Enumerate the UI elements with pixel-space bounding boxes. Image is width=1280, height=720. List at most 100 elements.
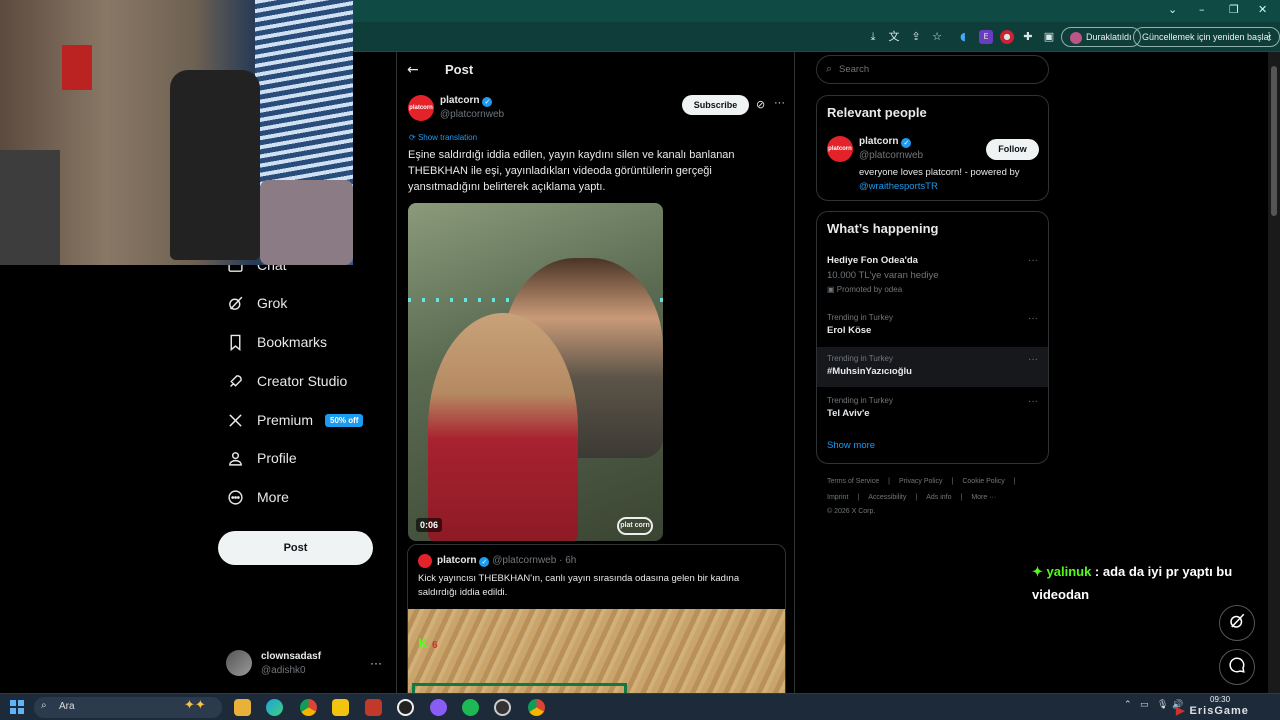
terms-link[interactable]: Terms of Service	[827, 478, 879, 485]
account-handle: @adishk0	[261, 665, 306, 676]
person-icon	[226, 449, 244, 467]
author-avatar[interactable]: platcorn	[408, 95, 434, 121]
messages-fab-button[interactable]	[1219, 649, 1255, 685]
rocket-icon	[226, 372, 244, 390]
close-window-button[interactable]: ✕	[1258, 3, 1267, 16]
nav-more[interactable]: More	[226, 484, 289, 510]
promo-title: Hediye Fon Odea'da	[827, 255, 918, 266]
quote-author-name: platcorn	[437, 555, 477, 566]
translate-icon[interactable]: 文	[887, 30, 901, 44]
footer-more-link[interactable]: More ···	[971, 494, 996, 501]
grok-icon	[226, 294, 244, 312]
trend-item[interactable]: Trending in Turkey #MuhsinYazıcıoğlu ···	[817, 347, 1048, 387]
search-box[interactable]: ⌕ Search	[816, 55, 1049, 84]
chrome-icon[interactable]	[300, 699, 317, 716]
bookmark-star-icon[interactable]: ☆	[930, 30, 944, 44]
update-restart-chip[interactable]: Güncellemek için yeniden başlat	[1133, 27, 1280, 47]
quoted-post[interactable]: platcorn ✓ @platcornweb · 6h Kick yayıncı…	[407, 544, 786, 693]
taskbar-clock[interactable]: 09:30	[1210, 695, 1230, 704]
extensions-puzzle-icon[interactable]: ✚	[1021, 30, 1035, 44]
ads-info-link[interactable]: Ads info	[926, 494, 951, 501]
trend-more-icon[interactable]: ···	[1028, 396, 1038, 407]
page-scrollbar[interactable]	[1268, 52, 1280, 693]
relevant-avatar[interactable]: platcorn	[827, 136, 853, 162]
post-video[interactable]: 0:06 plat corn	[408, 203, 663, 541]
page-title: Post	[445, 62, 474, 77]
grok-explain-icon[interactable]: ⊘	[756, 98, 765, 111]
tab-search-icon[interactable]: ⌄	[1168, 3, 1177, 16]
privacy-link[interactable]: Privacy Policy	[899, 478, 943, 485]
account-switcher[interactable]: clownsadasf @adishk0 ···	[226, 650, 386, 680]
notes-icon[interactable]	[332, 699, 349, 716]
cookie-link[interactable]: Cookie Policy	[962, 478, 1004, 485]
promoted-trend[interactable]: Hediye Fon Odea'da 10.000 TL'ye varan he…	[817, 255, 1048, 300]
windows-taskbar: ⌕ Ara ✦✦ ⌃ ▭ 🎙 🔊 09:30	[0, 693, 1280, 720]
show-more-link[interactable]: Show more	[827, 440, 875, 451]
install-icon[interactable]: ⤓	[866, 30, 880, 44]
profile-paused-chip[interactable]: Duraklatıldı	[1061, 27, 1141, 47]
promo-more-icon[interactable]: ···	[1028, 255, 1038, 266]
show-translation-link[interactable]: ⟳ Show translation	[409, 133, 477, 142]
taskbar-search-label: Ara	[59, 701, 75, 712]
sidepanel-icon[interactable]: ▣	[1042, 30, 1056, 44]
trend-item[interactable]: Trending in Turkey Tel Aviv'e ···	[817, 396, 1048, 436]
search-icon: ⌕	[826, 62, 833, 75]
back-arrow-icon[interactable]: ←	[407, 62, 419, 78]
relevant-name-row[interactable]: platcorn ✓	[859, 136, 912, 148]
footer-sep: |	[915, 494, 918, 501]
account-menu-icon[interactable]: ···	[370, 656, 382, 670]
whats-happening-card: What’s happening Hediye Fon Odea'da 10.0…	[816, 211, 1049, 464]
kick-viewer-count: 6	[432, 640, 438, 651]
webcam-poster	[62, 45, 92, 90]
relevant-bio-text: everyone loves platcorn! - powered by	[859, 167, 1020, 178]
author-name: platcorn	[440, 95, 480, 106]
obs-icon[interactable]	[397, 699, 414, 716]
chrome-second-icon[interactable]	[528, 699, 545, 716]
nav-bookmarks[interactable]: Bookmarks	[226, 329, 327, 355]
share-icon[interactable]: ⇪	[909, 30, 923, 44]
app-clock-icon[interactable]	[494, 699, 511, 716]
spotify-icon[interactable]	[462, 699, 479, 716]
grok-fab-button[interactable]	[1219, 605, 1255, 641]
tray-chevron-icon[interactable]: ⌃	[1124, 700, 1132, 710]
windows-start-icon[interactable]	[10, 700, 24, 714]
author-name-row[interactable]: platcorn ✓	[440, 95, 493, 107]
follow-button[interactable]: Follow	[986, 139, 1039, 160]
promo-by: ▣ Promoted by odea	[827, 285, 902, 294]
trend-more-icon[interactable]: ···	[1028, 313, 1038, 324]
extension-red-icon[interactable]: ●	[1000, 30, 1014, 44]
browser-menu-icon[interactable]: ⋮	[1262, 30, 1276, 44]
quote-image[interactable]: K 6	[408, 609, 785, 693]
tray-device-icon[interactable]: ▭	[1140, 700, 1149, 710]
nav-profile[interactable]: Profile	[226, 445, 297, 471]
promoted-icon: ▣	[827, 285, 837, 294]
nav-creator-studio[interactable]: Creator Studio	[226, 368, 347, 394]
nav-grok[interactable]: Grok	[226, 290, 287, 316]
imprint-link[interactable]: Imprint	[827, 494, 848, 501]
minimize-button[interactable]: –	[1199, 3, 1205, 16]
trend-more-icon[interactable]: ···	[1028, 354, 1038, 365]
app-red-icon[interactable]	[365, 699, 382, 716]
microphone-icon[interactable]: 🎙	[1157, 700, 1168, 710]
edge-icon[interactable]	[266, 699, 283, 716]
extension-e-icon[interactable]: E	[979, 30, 993, 44]
nav-premium[interactable]: Premium 50% off	[226, 407, 364, 433]
app-purple-icon[interactable]	[430, 699, 447, 716]
chat-username: yalinuk	[1046, 564, 1092, 579]
relevant-bio-link[interactable]: @wraithesportsTR	[859, 181, 938, 192]
bookmark-icon	[226, 333, 244, 351]
relevant-name: platcorn	[859, 136, 899, 147]
scrollbar-thumb[interactable]	[1271, 66, 1277, 216]
relevant-verified-icon: ✓	[901, 138, 912, 148]
post-more-icon[interactable]: ···	[774, 97, 785, 109]
update-label: Güncellemek için yeniden başlat	[1142, 32, 1272, 42]
relevant-handle[interactable]: @platcornweb	[859, 150, 923, 161]
author-handle[interactable]: @platcornweb	[440, 109, 504, 120]
subscribe-button[interactable]: Subscribe	[682, 95, 749, 115]
extension-audio-icon[interactable]: ◖	[956, 30, 970, 44]
post-button[interactable]: Post	[218, 531, 373, 565]
file-explorer-icon[interactable]	[234, 699, 251, 716]
accessibility-link[interactable]: Accessibility	[868, 494, 906, 501]
taskbar-search[interactable]: ⌕ Ara ✦✦	[34, 697, 222, 718]
maximize-button[interactable]: ❐	[1229, 3, 1239, 16]
